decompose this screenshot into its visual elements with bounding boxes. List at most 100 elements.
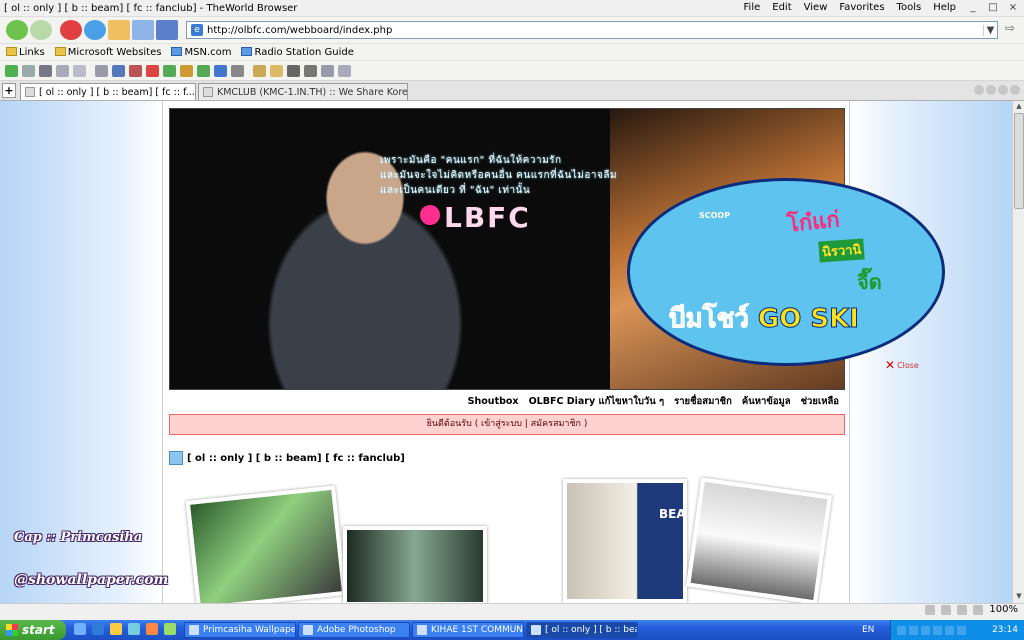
menu-help[interactable]: Help — [933, 2, 956, 13]
favorites-icon[interactable] — [156, 20, 178, 40]
home-icon[interactable] — [108, 20, 130, 40]
status-icon[interactable] — [973, 604, 984, 615]
site-menu: Shoutbox OLBFC Diary แก้ไขหาใบวัน ๆ รายช… — [169, 391, 845, 411]
history-icon[interactable] — [132, 20, 154, 40]
language-indicator[interactable]: EN — [862, 622, 874, 638]
tray-icon[interactable] — [897, 625, 906, 635]
scroll-up-icon[interactable]: ▲ — [1014, 102, 1024, 112]
menu-search[interactable]: ค้นหาข้อมูล — [742, 394, 791, 409]
quicklaunch-icon[interactable] — [128, 623, 140, 635]
tool-icon[interactable] — [5, 65, 18, 77]
tab-nav-icon[interactable] — [1010, 85, 1020, 95]
tray-icon[interactable] — [945, 625, 954, 635]
msn-item[interactable]: MSN.com — [171, 46, 232, 58]
ad-close-button[interactable]: ✕ Close — [885, 358, 919, 372]
ad-close-label: Close — [897, 360, 919, 370]
scroll-thumb[interactable] — [1014, 113, 1024, 209]
new-tab-button[interactable]: + — [2, 83, 16, 98]
taskbar-item-label: Primcasiha Wallpaper ... — [203, 625, 296, 635]
zoom-level[interactable]: 100% — [989, 604, 1018, 615]
menu-favorites[interactable]: Favorites — [839, 2, 884, 13]
tool-icon[interactable] — [73, 65, 86, 77]
tool-icon[interactable] — [231, 65, 244, 77]
tool-icon[interactable] — [112, 65, 125, 77]
tool-icon[interactable] — [321, 65, 334, 77]
quicklaunch-icon[interactable] — [110, 623, 122, 635]
tool-icon[interactable] — [129, 65, 142, 77]
menu-file[interactable]: File — [744, 2, 761, 13]
menu-shoutbox[interactable]: Shoutbox — [468, 396, 519, 407]
tool-icon[interactable] — [56, 65, 69, 77]
stop-icon[interactable] — [60, 20, 82, 40]
tab-kmclub[interactable]: KMCLUB (KMC-1.IN.TH) :: We Share Korean … — [198, 83, 408, 100]
scroll-down-icon[interactable]: ▼ — [1014, 592, 1024, 602]
menu-members[interactable]: รายชื่อสมาชิก — [674, 394, 732, 409]
tab-label: KMCLUB (KMC-1.IN.TH) :: We Share Korean … — [217, 86, 408, 98]
links-bar: Links Microsoft Websites MSN.com Radio S… — [0, 44, 1024, 61]
quicklaunch-icon[interactable] — [146, 623, 158, 635]
close-window-button[interactable]: × — [1004, 1, 1022, 15]
quicklaunch-icon[interactable] — [164, 623, 176, 635]
tray-icon[interactable] — [909, 625, 918, 635]
msn-label: MSN.com — [184, 46, 232, 58]
tool-icon[interactable] — [338, 65, 351, 77]
tray-icon[interactable] — [921, 625, 930, 635]
taskbar-item-label: Adobe Photoshop — [317, 625, 396, 635]
tool-icon[interactable] — [146, 65, 159, 77]
radio-guide-item[interactable]: Radio Station Guide — [241, 46, 354, 58]
menu-diary[interactable]: OLBFC Diary แก้ไขหาใบวัน ๆ — [529, 394, 665, 409]
window-controls: _ □ × — [964, 1, 1022, 15]
status-zoom: 100% — [925, 604, 1018, 615]
address-bar[interactable]: e http://olbfc.com/webboard/index.php ▼ — [186, 21, 998, 39]
address-dropdown-icon[interactable]: ▼ — [983, 24, 997, 36]
login-bar[interactable]: ยินดีต้อนรับ ( เข้าสู่ระบบ | สมัครสมาชิก… — [169, 414, 845, 435]
refresh-icon[interactable] — [84, 20, 106, 40]
tool-icon[interactable] — [270, 65, 283, 77]
taskbar-item-wallpaper[interactable]: Primcasiha Wallpaper ... — [184, 622, 296, 638]
taskbar-item-olbfc[interactable]: [ ol :: only ] [ b :: bea... — [526, 622, 638, 638]
tool-icon[interactable] — [180, 65, 193, 77]
maximize-button[interactable]: □ — [984, 1, 1002, 15]
status-icon[interactable] — [957, 604, 968, 615]
forward-icon[interactable] — [30, 20, 52, 40]
quicklaunch-icon[interactable] — [92, 623, 104, 635]
tray-icon[interactable] — [957, 625, 966, 635]
start-button[interactable]: start — [0, 620, 66, 640]
back-icon[interactable] — [6, 20, 28, 40]
tool-icon[interactable] — [22, 65, 35, 77]
menu-view[interactable]: View — [804, 2, 828, 13]
go-button[interactable]: ⇨ — [1002, 21, 1018, 37]
taskbar-item-photoshop[interactable]: Adobe Photoshop — [298, 622, 410, 638]
tab-nav-icon[interactable] — [974, 85, 984, 95]
tool-icon[interactable] — [197, 65, 210, 77]
taskbar-item-kihae[interactable]: KIHAE 1ST COMMUNI... — [412, 622, 524, 638]
tab-olbfc[interactable]: [ ol :: only ] [ b :: beam] [ fc :: f...… — [20, 83, 196, 100]
tool-icon[interactable] — [95, 65, 108, 77]
minimize-button[interactable]: _ — [964, 1, 982, 15]
menu-help-link[interactable]: ช่วยเหลือ — [801, 394, 839, 409]
tool-icon[interactable] — [253, 65, 266, 77]
microsoft-websites-item[interactable]: Microsoft Websites — [54, 46, 161, 58]
ad-title: โก๋แก่ — [785, 207, 841, 238]
menu-tools[interactable]: Tools — [897, 2, 922, 13]
status-icon[interactable] — [941, 604, 952, 615]
tool-icon[interactable] — [304, 65, 317, 77]
tab-nav-icon[interactable] — [998, 85, 1008, 95]
tab-close-icon[interactable]: × — [194, 87, 195, 97]
tool-icon[interactable] — [163, 65, 176, 77]
tab-nav-icon[interactable] — [986, 85, 996, 95]
window-title: [ ol :: only ] [ b :: beam] [ fc :: fanc… — [4, 2, 298, 14]
status-icon[interactable] — [925, 604, 936, 615]
links-item[interactable]: Links — [6, 46, 45, 58]
ad-scoop-label: SCOOP — [699, 211, 731, 220]
menu-edit[interactable]: Edit — [772, 2, 791, 13]
clock[interactable]: 23:14 — [992, 625, 1018, 635]
ad-headline-prefix: บีมโชว์ — [669, 304, 750, 335]
tool-icon[interactable] — [287, 65, 300, 77]
tool-icon[interactable] — [214, 65, 227, 77]
tray-icon[interactable] — [933, 625, 942, 635]
quicklaunch-icon[interactable] — [74, 623, 86, 635]
popup-ad[interactable]: SCOOP โก๋แก่ นิรวานิ จี๊ด บีมโชว์ GO SKI — [627, 178, 947, 368]
tool-icon[interactable] — [39, 65, 52, 77]
vertical-scrollbar[interactable]: ▲ ▼ — [1012, 101, 1024, 603]
